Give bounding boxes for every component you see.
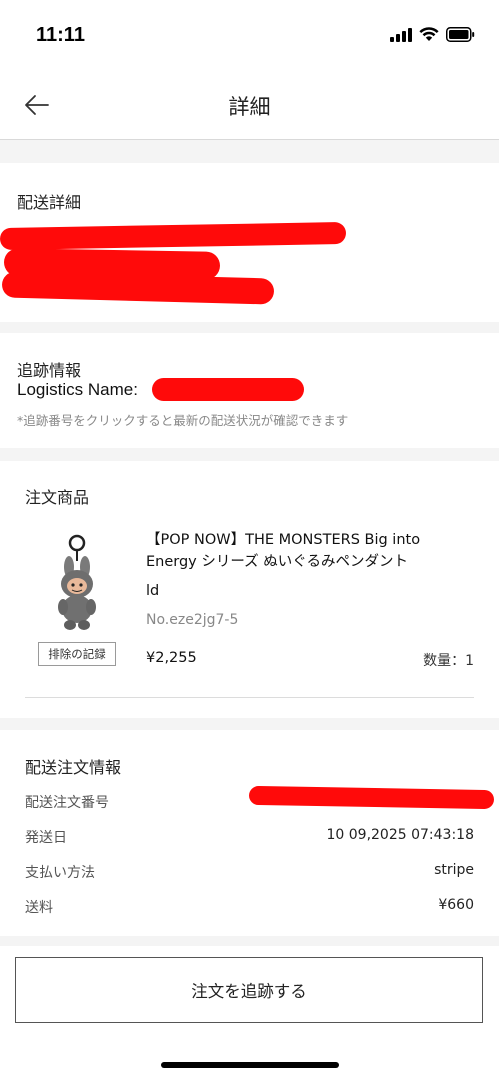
product-name-line: Energy シリーズ ぬいぐるみペンダント bbox=[146, 554, 408, 570]
ship-date-value: 10 09,2025 07:43:18 bbox=[326, 827, 475, 843]
redacted-logistics-name bbox=[152, 378, 304, 401]
status-bar: 11:11 bbox=[0, 0, 499, 70]
home-indicator[interactable] bbox=[161, 1062, 339, 1068]
logistics-name-label: Logistics Name: bbox=[17, 380, 138, 399]
battery-icon bbox=[446, 27, 475, 42]
cellular-signal-icon bbox=[390, 27, 412, 42]
product-name-line: ld bbox=[146, 583, 160, 599]
bottom-action-area: 注文を追跡する bbox=[0, 946, 499, 1080]
redacted-order-number bbox=[248, 785, 495, 810]
product-image[interactable] bbox=[42, 534, 112, 634]
tracking-note: *追跡番号をクリックすると最新の配送状況が確認できます bbox=[17, 413, 349, 428]
product-sku: No.eze2jg7-5 bbox=[146, 612, 239, 628]
order-detail-page: 11:11 詳細 配送詳細 追跡情報 Logistics Name: *追跡番号… bbox=[0, 0, 499, 1080]
tracking-info-title: 追跡情報 bbox=[17, 361, 82, 380]
shipping-info-title: 配送注文情報 bbox=[25, 758, 122, 777]
status-time: 11:11 bbox=[36, 24, 85, 46]
shipping-order-number-label: 配送注文番号 bbox=[25, 795, 109, 811]
ship-date-label: 発送日 bbox=[25, 830, 67, 846]
shipping-info-card: 配送注文情報 配送注文番号 発送日 10 09,2025 07:43:18 支払… bbox=[0, 730, 499, 936]
redacted-address bbox=[0, 221, 347, 251]
track-order-button[interactable]: 注文を追跡する bbox=[15, 957, 483, 1023]
redacted-address bbox=[1, 271, 275, 305]
tracking-info-card: 追跡情報 Logistics Name: *追跡番号をクリックすると最新の配送状… bbox=[0, 333, 499, 448]
delivery-details-title: 配送詳細 bbox=[17, 193, 82, 212]
nav-header: 詳細 bbox=[0, 70, 499, 140]
payment-method-label: 支払い方法 bbox=[25, 865, 95, 881]
order-items-title: 注文商品 bbox=[25, 488, 90, 507]
shipping-fee-value: ¥660 bbox=[438, 897, 474, 913]
product-quantity: 数量：1 bbox=[423, 653, 474, 669]
divider bbox=[25, 697, 474, 698]
delivery-details-card: 配送詳細 bbox=[0, 163, 499, 322]
status-icons bbox=[390, 27, 475, 42]
wifi-icon bbox=[419, 27, 439, 42]
product-name-line: 【POP NOW】THE MONSTERS Big into bbox=[146, 532, 421, 548]
page-title: 詳細 bbox=[228, 95, 271, 119]
payment-method-value: stripe bbox=[434, 862, 474, 878]
shipping-fee-label: 送料 bbox=[25, 900, 53, 916]
exclude-record-button[interactable]: 排除の記録 bbox=[38, 642, 116, 666]
product-price: ¥2,255 bbox=[146, 650, 197, 666]
product-name[interactable]: 【POP NOW】THE MONSTERS Big into Energy シリ… bbox=[146, 529, 466, 602]
order-items-card: 注文商品 排除の記録 【POP NOW】THE MONSTERS Big int… bbox=[0, 461, 499, 718]
